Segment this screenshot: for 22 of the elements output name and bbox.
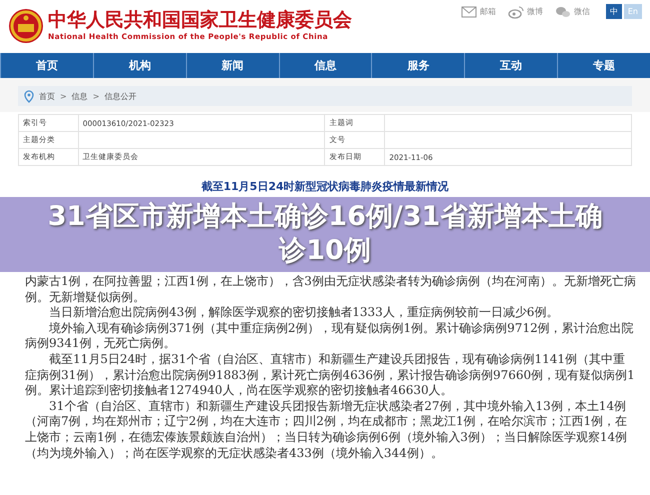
breadcrumb-separator: > [60, 92, 67, 100]
breadcrumb-link[interactable]: 信息公开 [104, 90, 136, 102]
article-paragraph: 境外输入现有确诊病例371例（其中重症病例2例），现有疑似病例1例。累计确诊病例9712例，累计治愈出院病例9341例，无死亡病例。 [25, 320, 635, 352]
header-link[interactable]: 微博 [508, 4, 543, 18]
wechat-icon [554, 4, 571, 18]
language-button[interactable]: 中 [606, 4, 622, 19]
header-link[interactable]: 微信 [554, 4, 590, 18]
article-paragraph: 内蒙古1例，在阿拉善盟；江西1例，在上饶市），含3例由无症状感染者转为确诊病例（均在河南）。无新增死亡病例。无新增疑似病例。 [25, 274, 636, 306]
header-link[interactable]: 邮箱 [460, 4, 496, 18]
location-icon [24, 90, 34, 102]
breadcrumb-link[interactable]: 首页 [39, 90, 55, 102]
headline-text: 31省区市新增本土确诊16例/31省新增本土确诊10例 [46, 200, 604, 268]
emblem-icon [8, 8, 44, 44]
breadcrumb-separator: > [92, 92, 100, 100]
weibo-icon [508, 4, 524, 18]
breadcrumb-link[interactable]: 信息 [72, 90, 88, 102]
article-paragraph: 截至11月5日24时，据31个省（自治区、直辖市）和新疆生产建设兵团报告，现有确诊病例1141例（其中重症病例31例），累计治愈出院病例91883例，累计死亡病例4636例，累计报告确诊病例97660例，现有疑似病例1例。累计追踪到密切接触者1274940人，尚在医学观察的密切接触者46630人。 [25, 352, 636, 399]
site-title: 中华人民共和国国家卫生健康委员会 [48, 8, 352, 32]
article-paragraph: 31个省（自治区、直辖市）和新疆生产建设兵团报告新增无症状感染者27例，其中境外输入13例，本土14例（河南7例，均在郑州市；辽宁2例，均在大连市；四川2例，均在成都市；黑龙江1例，在哈尔滨市；江西1例，在上饶市；云南1例，在德宏傣族景颇族自治州）；当日转为确诊病例6例（境外输入3例）；当日解除医学观察14例（均为境外输入）；尚在医学观察的无症状感染者433例（境外输入344例）。 [25, 398, 628, 462]
report-title: 截至11月5日24时新型冠状病毒肺炎疫情最新情况 [201, 180, 449, 193]
mail-icon [460, 4, 477, 18]
article-paragraph: 当日新增治愈出院病例43例，解除医学观察的密切接触者1333人，重症病例较前一日减少6例。 [48, 305, 560, 321]
